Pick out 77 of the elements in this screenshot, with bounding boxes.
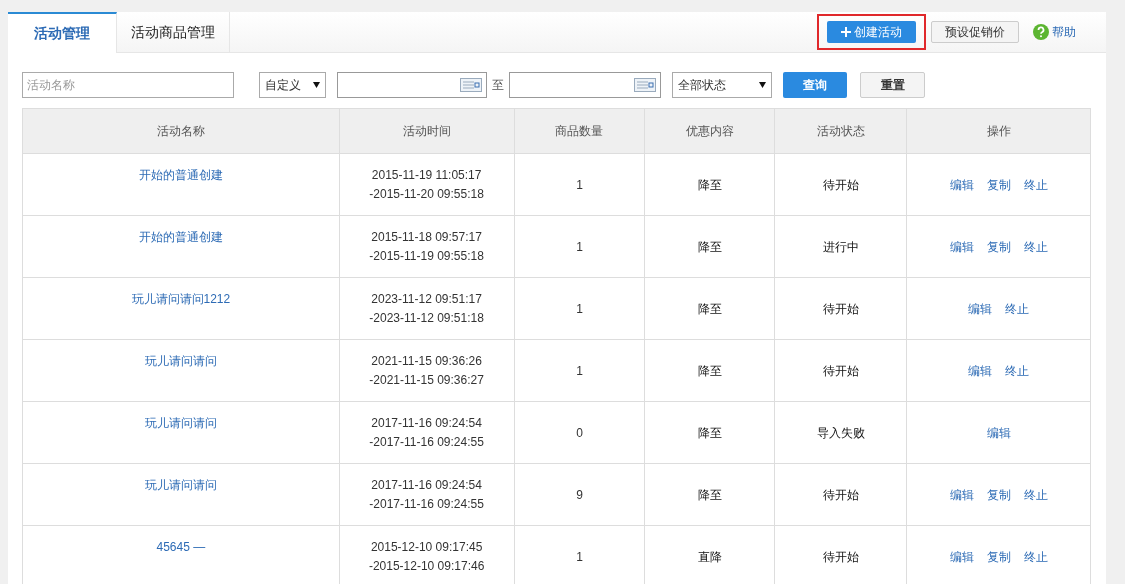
activity-name-link[interactable]: 玩儿请问请问1212 (131, 290, 231, 308)
reset-button[interactable]: 重置 (860, 72, 925, 98)
activity-name-field[interactable]: 活动名称 (22, 72, 234, 98)
activity-time: 2023-11-12 09:51:17 -2023-11-12 09:51:18 (369, 290, 484, 327)
create-button[interactable]: 创建活动 (827, 21, 916, 43)
action-link[interactable]: 编辑 (986, 423, 1011, 442)
activity-name-link[interactable]: 玩儿请问请问 (144, 476, 217, 494)
column-header: 优惠内容 (645, 109, 776, 153)
discount-text: 直降 (697, 548, 722, 566)
activity-time: 2017-11-16 09:24:54 -2017-11-16 09:24:55 (369, 414, 484, 451)
action-link[interactable]: 终止 (1005, 299, 1030, 318)
discount-text: 降至 (697, 362, 722, 380)
product-count: 0 (576, 424, 583, 442)
query-button[interactable]: 查询 (783, 72, 847, 98)
calendar-icon[interactable] (460, 78, 482, 92)
action-link[interactable]: 编辑 (949, 175, 974, 194)
action-link[interactable]: 复制 (986, 175, 1011, 194)
dropdown-arrow-icon (313, 82, 320, 88)
action-link[interactable]: 终止 (1005, 361, 1030, 380)
action-link[interactable]: 编辑 (949, 237, 974, 256)
status-text: 进行中 (822, 238, 859, 256)
discount-text: 降至 (697, 424, 722, 442)
product-count: 1 (576, 300, 583, 318)
column-header: 操作 (985, 123, 1012, 140)
column-header: 商品数量 (514, 109, 646, 153)
range-select[interactable]: 自定义 (259, 72, 326, 98)
action-link[interactable]: 终止 (1023, 485, 1048, 504)
activity-name-link[interactable]: 开始的普通创建 (138, 228, 223, 246)
end-date-field[interactable] (509, 72, 661, 98)
status-select[interactable]: 全部状态 (672, 72, 772, 98)
action-link[interactable]: 终止 (1023, 547, 1048, 566)
product-count: 9 (576, 486, 583, 504)
product-count: 1 (576, 362, 583, 380)
tab[interactable]: 活动管理 (8, 12, 117, 53)
column-header: 活动时间 (339, 109, 515, 153)
status-text: 待开始 (822, 362, 859, 380)
start-date-field[interactable] (337, 72, 487, 98)
activity-time: 2017-11-16 09:24:54 -2017-11-16 09:24:55 (369, 476, 484, 513)
column-header: 活动名称 (23, 109, 340, 153)
discount-text: 降至 (697, 300, 722, 318)
to-label: 至 (492, 77, 504, 94)
action-link[interactable]: 编辑 (968, 299, 993, 318)
activity-time: 2015-12-10 09:17:45 -2015-12-10 09:17:46 (368, 538, 485, 575)
help-link[interactable]: 帮助 (1052, 23, 1076, 41)
discount-text: 降至 (697, 176, 722, 194)
discount-text: 降至 (697, 486, 722, 504)
discount-text: 降至 (697, 238, 722, 256)
status-text: 待开始 (822, 486, 859, 504)
calendar-icon[interactable] (634, 78, 656, 92)
action-link[interactable]: 编辑 (968, 361, 993, 380)
product-count: 1 (576, 548, 583, 566)
status-text: 待开始 (822, 548, 859, 566)
action-link[interactable]: 复制 (986, 547, 1011, 566)
action-link[interactable]: 复制 (986, 237, 1011, 256)
dropdown-arrow-icon (759, 82, 766, 88)
plus-icon (841, 27, 851, 37)
action-link[interactable]: 编辑 (949, 547, 974, 566)
activity-name-link[interactable]: 玩儿请问请问 (144, 352, 217, 370)
product-count: 1 (576, 238, 583, 256)
status-text: 导入失败 (816, 424, 865, 442)
column-header: 活动状态 (775, 109, 908, 153)
help-icon[interactable] (1033, 24, 1049, 40)
action-link[interactable]: 复制 (986, 485, 1011, 504)
status-text: 待开始 (822, 176, 859, 194)
activity-time: 2015-11-19 11:05:17 -2015-11-20 09:55:18 (369, 166, 484, 203)
activity-name-link[interactable]: 45645 — (156, 538, 206, 556)
status-text: 待开始 (822, 300, 859, 318)
product-count: 1 (576, 176, 583, 194)
activity-name-link[interactable]: 开始的普通创建 (138, 166, 223, 184)
action-link[interactable]: 终止 (1023, 175, 1048, 194)
action-link[interactable]: 终止 (1023, 237, 1048, 256)
action-link[interactable]: 编辑 (949, 485, 974, 504)
activity-time: 2021-11-15 09:36:26 -2021-11-15 09:36:27 (369, 352, 484, 389)
tab[interactable]: 活动商品管理 (117, 12, 230, 52)
preset-price-button[interactable]: 预设促销价 (931, 21, 1019, 43)
activity-name-link[interactable]: 玩儿请问请问 (144, 414, 217, 432)
activity-time: 2015-11-18 09:57:17 -2015-11-19 09:55:18 (369, 228, 484, 265)
